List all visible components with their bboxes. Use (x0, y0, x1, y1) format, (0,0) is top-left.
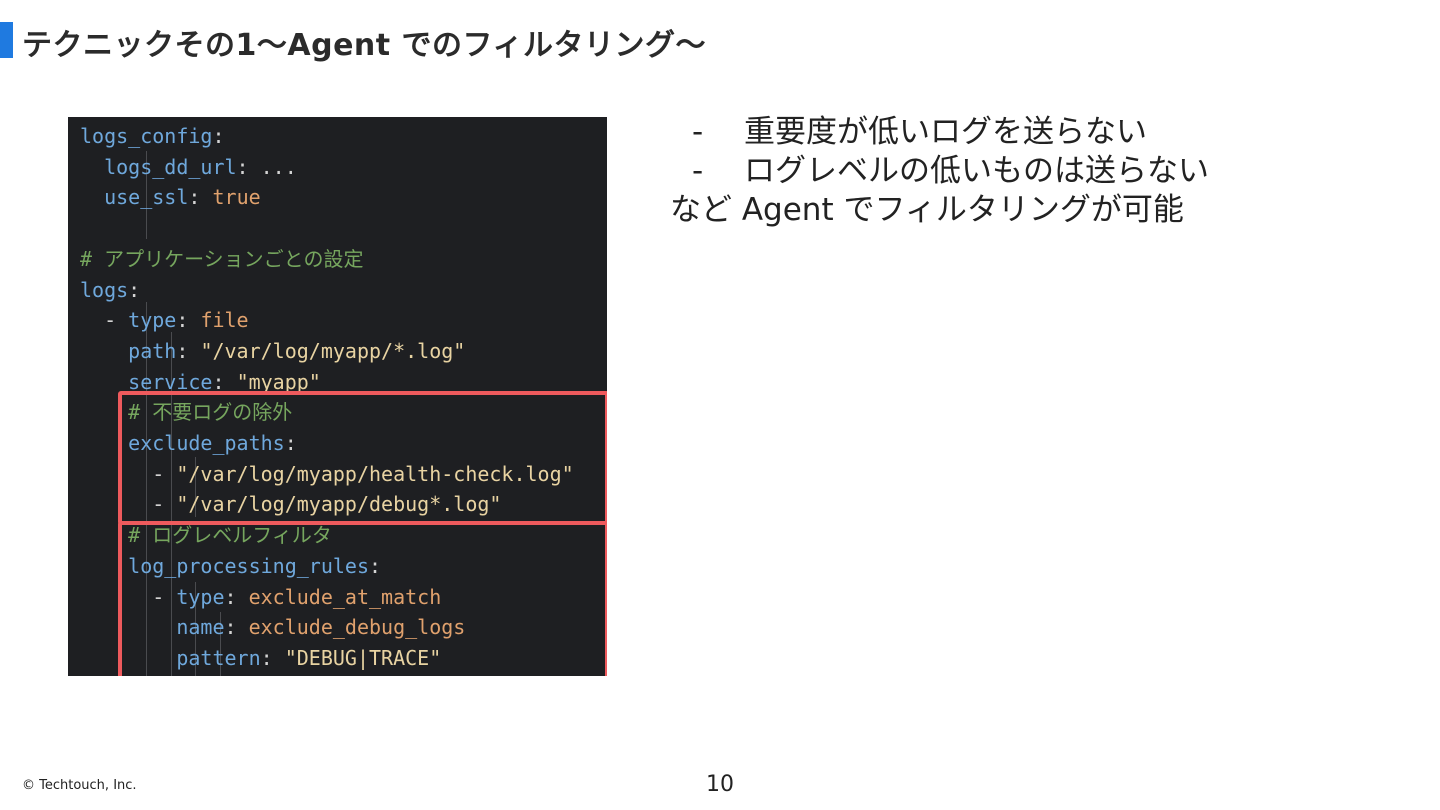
code-line: - type: file (80, 305, 249, 335)
bullet-dash: - (692, 114, 704, 150)
code-token: path (128, 338, 177, 363)
title-accent-bar (0, 22, 13, 58)
code-line: use_ssl: true (80, 182, 261, 212)
code-line: # アプリケーションごとの設定 (80, 244, 363, 274)
code-token: "myapp" (236, 369, 321, 394)
code-token: : (188, 185, 213, 210)
code-token: logs_dd_url (104, 154, 237, 179)
code-token: : ... (236, 154, 297, 179)
summary-text: など Agent でフィルタリングが可能 (670, 192, 1184, 228)
code-line: logs: (80, 275, 140, 305)
bullet-dash: - (692, 153, 704, 189)
code-line: logs_dd_url: ... (80, 152, 297, 182)
page-number: 10 (706, 772, 734, 797)
code-token: logs_config (80, 124, 213, 148)
code-token: logs (80, 277, 129, 302)
code-token: use_ssl (104, 185, 189, 210)
code-token: type (128, 308, 177, 333)
exclude-paths-highlight (118, 391, 607, 525)
code-token: "/var/log/myapp/*.log" (200, 338, 466, 363)
code-token: : (176, 308, 201, 333)
code-line: logs_config: (80, 121, 225, 151)
code-line: path: "/var/log/myapp/*.log" (80, 336, 465, 366)
bullet-text: ログレベルの低いものは送らない (744, 153, 1209, 189)
code-token: : (212, 124, 225, 148)
code-token: - (80, 308, 129, 333)
code-token: : (212, 369, 237, 394)
copyright: © Techtouch, Inc. (22, 778, 137, 793)
code-screenshot: logs_config: logs_dd_url: ... use_ssl: t… (68, 117, 607, 676)
log-level-filter-highlight (118, 521, 607, 676)
code-token: : (176, 338, 201, 363)
code-token: true (212, 185, 261, 210)
slide-title: テクニックその1〜Agent でのフィルタリング〜 (22, 28, 706, 63)
code-token: file (200, 308, 249, 333)
code-token: # アプリケーションごとの設定 (80, 246, 364, 271)
code-token: service (128, 369, 213, 394)
code-token: : (128, 277, 141, 302)
bullet-text: 重要度が低いログを送らない (744, 114, 1147, 150)
